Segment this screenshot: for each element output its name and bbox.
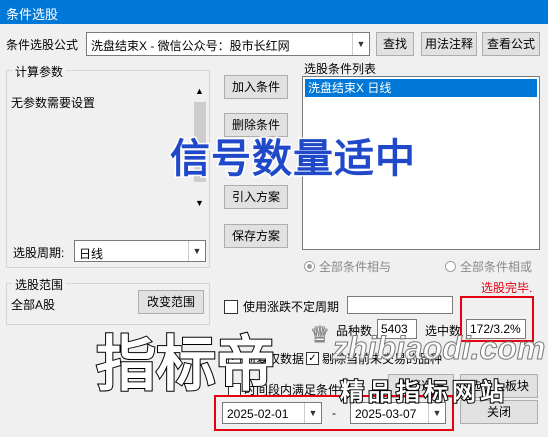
crown-icon: ♛ <box>310 322 331 348</box>
use-changing-period-checkbox[interactable]: 使用涨跌不定周期 <box>224 298 339 315</box>
chevron-down-icon[interactable]: ▼ <box>195 198 204 208</box>
slogan-overlay: 精品指标网站 <box>339 378 508 407</box>
logic-or-label: 全部条件相或 <box>460 260 533 274</box>
logic-or-radio[interactable]: 全部条件相或 <box>445 258 532 275</box>
formula-value: 洗盘结束X - 微信公众号：股市长红网 <box>91 39 290 53</box>
logic-and-label: 全部条件相与 <box>319 260 392 274</box>
formula-label: 条件选股公式 <box>6 38 79 52</box>
site-overlay: zhibiaodi.com <box>331 330 546 367</box>
find-button[interactable]: 查找 <box>376 32 414 56</box>
title-bar: 条件选股 <box>0 0 548 24</box>
condition-list-item[interactable]: 洗盘结束X 日线 <box>305 79 537 97</box>
change-scope-button[interactable]: 改变范围 <box>138 290 204 314</box>
scope-legend: 选股范围 <box>12 276 67 293</box>
status-text: 选股完毕. <box>481 281 533 295</box>
period-input[interactable] <box>347 296 453 314</box>
period-value: 日线 <box>79 247 104 261</box>
save-plan-button[interactable]: 保存方案 <box>224 224 288 248</box>
usage-button[interactable]: 用法注释 <box>421 32 477 56</box>
scope-value: 全部A股 <box>11 298 56 312</box>
params-text: 无参数需要设置 <box>11 96 96 110</box>
period-label: 选股周期: <box>13 246 65 260</box>
use-changing-period-label: 使用涨跌不定周期 <box>243 300 340 314</box>
period-select[interactable]: 日线 ▼ <box>74 240 206 262</box>
params-legend: 计算参数 <box>12 63 67 80</box>
condition-list-label: 选股条件列表 <box>304 62 377 76</box>
brand-overlay: 指标帝 <box>95 330 277 399</box>
add-condition-button[interactable]: 加入条件 <box>224 75 288 99</box>
window-title: 条件选股 <box>6 7 59 22</box>
chevron-down-icon[interactable]: ▼ <box>188 241 205 261</box>
headline-overlay: 信号数量适中 <box>169 136 417 183</box>
formula-select[interactable]: 洗盘结束X - 微信公众号：股市长红网 ▼ <box>86 32 370 56</box>
import-plan-button[interactable]: 引入方案 <box>224 185 288 209</box>
chevron-down-icon[interactable]: ▼ <box>352 33 369 55</box>
logic-and-radio[interactable]: 全部条件相与 <box>304 258 391 275</box>
view-formula-button[interactable]: 查看公式 <box>482 32 540 56</box>
chevron-up-icon[interactable]: ▲ <box>195 86 204 96</box>
